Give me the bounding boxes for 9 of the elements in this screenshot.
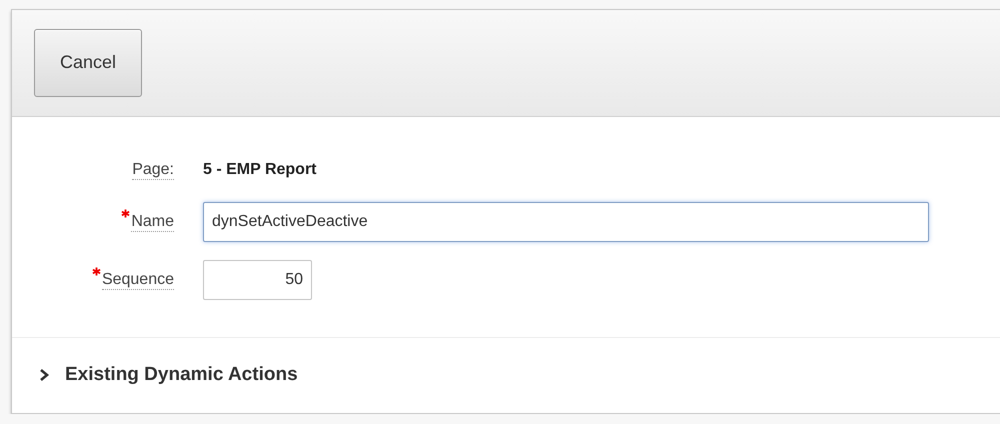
name-field[interactable]: dynSetActiveDeactive	[203, 202, 929, 242]
field-label: Page:	[132, 160, 174, 180]
field-label: Name	[131, 212, 174, 232]
section-header[interactable]: Existing Dynamic Actions	[12, 338, 1000, 413]
chevron-right-icon	[38, 368, 50, 382]
sequence-field[interactable]: 50	[203, 260, 312, 300]
cancel-button[interactable]: Cancel	[34, 28, 142, 97]
page-value: 5 - EMP Report	[203, 160, 318, 179]
field-label: Sequence	[102, 270, 174, 290]
